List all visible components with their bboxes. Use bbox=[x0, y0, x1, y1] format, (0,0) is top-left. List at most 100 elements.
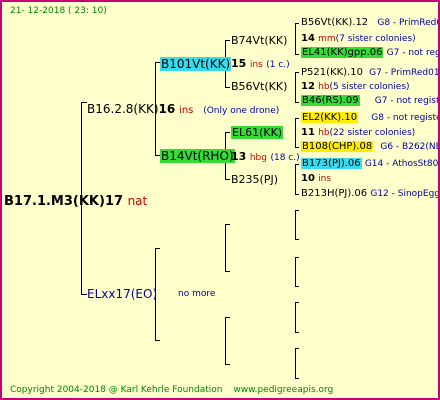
tick bbox=[295, 147, 299, 148]
tick bbox=[295, 118, 299, 119]
tick bbox=[295, 286, 299, 287]
g4c-unit: hb bbox=[318, 128, 330, 138]
tick bbox=[295, 378, 299, 379]
g5-queen-8-info: G12 - SinopEgg86R bbox=[370, 189, 440, 199]
dam-line-queen[interactable]: ELxx17(EO) bbox=[87, 288, 157, 300]
sire-queen[interactable]: B16.2.8(KK)16 ins (Only one drone) bbox=[87, 103, 279, 116]
g5-queen-1[interactable]: B56Vt(KK).12 G8 - PrimRed01 bbox=[301, 17, 438, 28]
g5-queen-8-name: B213H(PJ).06 bbox=[301, 188, 368, 199]
sire-number: 16 bbox=[158, 102, 176, 116]
g5-queen-3[interactable]: P521(KK).10 G7 - PrimRed01 bbox=[301, 67, 440, 78]
g4a-stats: 14 mm(7 sister colonies) bbox=[301, 34, 416, 44]
sire-unit: ins bbox=[179, 105, 194, 116]
g4d-connector bbox=[295, 164, 296, 194]
root-queen-number: 17 bbox=[104, 194, 124, 209]
g5-queen-6[interactable]: B108(CHP).08 G6 - B262(NE) bbox=[301, 141, 440, 152]
g5-queen-4-info: G7 - not registe bbox=[374, 96, 440, 106]
g3a-queen[interactable]: B101Vt(KK) bbox=[160, 57, 232, 71]
tick bbox=[225, 317, 230, 318]
g3a-note: (1 c.) bbox=[266, 60, 290, 70]
g5-queen-8[interactable]: B213H(PJ).06 G12 - SinopEgg86R bbox=[301, 188, 440, 199]
g4c-queen[interactable]: EL61(KK) bbox=[231, 126, 284, 139]
tick bbox=[295, 72, 299, 73]
tick bbox=[295, 23, 299, 24]
g5-queen-7-info: G14 - AthosSt80R bbox=[364, 159, 440, 169]
g5-queen-6-name: B108(CHP).08 bbox=[301, 141, 374, 152]
g3b-info: 13 hbg (18 c.) bbox=[231, 151, 300, 163]
g4a-queen[interactable]: B74Vt(KK) bbox=[231, 35, 287, 46]
g4b-connector bbox=[295, 72, 296, 102]
sire-note: (Only one drone) bbox=[203, 106, 280, 116]
empty-connector bbox=[295, 302, 296, 332]
tick bbox=[295, 239, 299, 240]
g3b-note: (18 c.) bbox=[270, 153, 300, 163]
g5-queen-3-name: P521(KK).10 bbox=[301, 67, 363, 78]
tick bbox=[295, 302, 299, 303]
tick bbox=[295, 257, 299, 258]
g4a-connector bbox=[295, 23, 296, 54]
date-label: 21- 12-2018 ( 23: 10) bbox=[10, 6, 107, 16]
g4c-stats: 11 hb(22 sister colonies) bbox=[301, 128, 415, 138]
sire-name: B16.2.8(KK) bbox=[87, 102, 159, 116]
g4d-stats: 10 ins bbox=[301, 174, 331, 184]
g5-queen-5-info: G8 - not registe bbox=[371, 113, 440, 123]
g3b-unit: hbg bbox=[249, 153, 267, 163]
g5-queen-4-name: B46(RS).09 bbox=[301, 95, 360, 106]
footer-url[interactable]: www.pedigreeapis.org bbox=[233, 385, 333, 395]
empty-connector bbox=[295, 210, 296, 239]
g4a-note: (7 sister colonies) bbox=[335, 34, 416, 44]
g3a-number: 15 bbox=[231, 57, 247, 70]
pedigree-frame: 21- 12-2018 ( 23: 10) B17.1.M3(KK)17 nat… bbox=[0, 0, 440, 400]
g5-queen-3-info: G7 - PrimRed01 bbox=[369, 68, 440, 78]
g5-queen-2-name: EL41(KK)gpp.06 bbox=[301, 47, 384, 58]
empty-connector bbox=[225, 224, 226, 271]
g4d-number: 10 bbox=[301, 173, 315, 184]
tick bbox=[225, 224, 230, 225]
g4b-note: (5 sister colonies) bbox=[329, 82, 410, 92]
g3b-number: 13 bbox=[231, 150, 247, 163]
g5-queen-1-info: G8 - PrimRed01 bbox=[377, 18, 438, 28]
tick bbox=[225, 364, 230, 365]
g4d-branch-line bbox=[225, 179, 230, 180]
tick bbox=[295, 348, 299, 349]
empty-connector bbox=[295, 348, 296, 378]
empty-connector bbox=[295, 257, 296, 286]
tick bbox=[295, 54, 299, 55]
root-queen-name: B17.1.M3(KK) bbox=[4, 194, 105, 209]
g5-queen-6-info: G6 - B262(NE) bbox=[380, 142, 440, 152]
g4d-queen[interactable]: B235(PJ) bbox=[231, 174, 278, 185]
g5-queen-4[interactable]: B46(RS).09 G7 - not registe bbox=[301, 95, 440, 106]
root-queen[interactable]: B17.1.M3(KK)17 nat bbox=[4, 195, 147, 208]
tick bbox=[295, 210, 299, 211]
g4a-number: 14 bbox=[301, 33, 315, 44]
g5-queen-5[interactable]: EL2(KK).10 G8 - not registe bbox=[301, 112, 440, 123]
g4c-note: (22 sister colonies) bbox=[329, 128, 416, 138]
g4c-connector bbox=[295, 118, 296, 147]
g4b-unit: hb bbox=[318, 82, 330, 92]
dam-line-note: no more bbox=[178, 289, 216, 299]
tick bbox=[295, 164, 299, 165]
g4b-stats: 12 hb(5 sister colonies) bbox=[301, 82, 410, 92]
g5-queen-2-info: G7 - not registe bbox=[386, 48, 440, 58]
g3a-unit: ins bbox=[249, 60, 263, 70]
g4b-queen[interactable]: B56Vt(KK) bbox=[231, 81, 287, 92]
empty-connector bbox=[225, 317, 226, 364]
g3a-info: 15 ins (1 c.) bbox=[231, 58, 290, 70]
g4a-unit: mm bbox=[318, 34, 336, 44]
root-queen-note: nat bbox=[127, 194, 148, 208]
g4b-branch-line bbox=[225, 87, 230, 88]
footer: Copyright 2004-2018 @ Karl Kehrle Founda… bbox=[10, 386, 333, 395]
g4a-branch-line bbox=[225, 40, 230, 41]
g5-queen-5-name: EL2(KK).10 bbox=[301, 112, 359, 123]
g5-queen-7[interactable]: B173(PJ).06 G14 - AthosSt80R bbox=[301, 158, 440, 169]
tick bbox=[225, 271, 230, 272]
g4b-number: 12 bbox=[301, 81, 315, 92]
footer-copyright: Copyright 2004-2018 @ Karl Kehrle Founda… bbox=[10, 385, 223, 395]
g3b-queen[interactable]: B14Vt(RHO) bbox=[160, 149, 235, 163]
g5-queen-7-name: B173(PJ).06 bbox=[301, 158, 362, 169]
tick bbox=[155, 248, 160, 249]
tick bbox=[295, 102, 299, 103]
g5-queen-2[interactable]: EL41(KK)gpp.06 G7 - not registe bbox=[301, 47, 440, 58]
g4d-unit: ins bbox=[318, 174, 332, 184]
g5-queen-1-name: B56Vt(KK).12 bbox=[301, 17, 369, 28]
